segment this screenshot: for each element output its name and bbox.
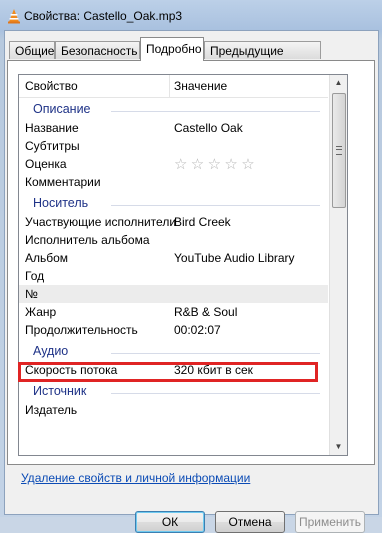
column-header-property[interactable]: Свойство (25, 79, 78, 93)
property-name: Год (25, 269, 45, 283)
apply-button[interactable]: Применить (295, 511, 365, 533)
property-value: Castello Oak (174, 121, 243, 135)
star-icon[interactable]: ☆ (191, 156, 204, 173)
row-contributing-artists[interactable]: Участвующие исполнители Bird Creek (19, 213, 328, 231)
cancel-button[interactable]: Отмена (215, 511, 285, 533)
group-divider (111, 111, 320, 112)
property-value: R&B & Soul (174, 305, 238, 319)
tab-security[interactable]: Безопасность (55, 41, 140, 59)
details-panel: Свойство Значение Описание Название Cast… (7, 60, 375, 465)
property-name: Издатель (25, 403, 78, 417)
row-comments[interactable]: Комментарии (19, 173, 328, 191)
title-bar[interactable]: Свойства: Castello_Oak.mp3 (0, 0, 382, 30)
property-name: Участвующие исполнители (25, 215, 177, 229)
row-year[interactable]: Год (19, 267, 328, 285)
property-name: Жанр (25, 305, 57, 319)
property-name: Продолжительность (25, 323, 138, 337)
group-label: Описание (33, 102, 91, 116)
property-name: Комментарии (25, 175, 101, 189)
star-icon[interactable]: ☆ (208, 156, 221, 173)
column-header: Свойство Значение (19, 75, 328, 98)
vertical-scrollbar[interactable]: ▲ ▼ (329, 75, 347, 455)
row-bitrate[interactable]: Скорость потока 320 кбит в сек (19, 361, 328, 379)
tab-details[interactable]: Подробно (140, 37, 204, 61)
rating-stars[interactable]: ☆ ☆ ☆ ☆ ☆ (174, 155, 255, 173)
row-title[interactable]: Название Castello Oak (19, 119, 328, 137)
window-title: Свойства: Castello_Oak.mp3 (24, 9, 183, 23)
ok-button[interactable]: ОК (135, 511, 205, 533)
group-description: Описание (19, 101, 328, 119)
group-label: Источник (33, 384, 87, 398)
grip-icon (336, 146, 342, 155)
property-rows: Описание Название Castello Oak Субтитры … (19, 101, 328, 419)
group-media: Носитель (19, 195, 328, 213)
property-name: Название (25, 121, 79, 135)
tab-general[interactable]: Общие (9, 41, 55, 59)
row-album-artist[interactable]: Исполнитель альбома (19, 231, 328, 249)
remove-properties-link[interactable]: Удаление свойств и личной информации (21, 471, 250, 485)
vlc-cone-icon (8, 9, 20, 24)
group-divider (111, 353, 320, 354)
group-divider (111, 205, 320, 206)
scroll-up-arrow-icon[interactable]: ▲ (331, 75, 346, 91)
property-name: Исполнитель альбома (25, 233, 150, 247)
row-subtitles[interactable]: Субтитры (19, 137, 328, 155)
row-publisher[interactable]: Издатель (19, 401, 328, 419)
row-track-number[interactable]: № (19, 285, 328, 303)
property-name: Субтитры (25, 139, 80, 153)
property-name: Скорость потока (25, 363, 118, 377)
row-rating[interactable]: Оценка ☆ ☆ ☆ ☆ ☆ (19, 155, 328, 173)
group-label: Аудио (33, 344, 69, 358)
property-name: № (25, 287, 38, 301)
row-length[interactable]: Продолжительность 00:02:07 (19, 321, 328, 339)
properties-list[interactable]: Свойство Значение Описание Название Cast… (18, 74, 348, 456)
star-icon[interactable]: ☆ (174, 156, 187, 173)
scrollbar-thumb[interactable] (332, 93, 346, 208)
group-source: Источник (19, 383, 328, 401)
scroll-down-arrow-icon[interactable]: ▼ (331, 439, 346, 455)
column-header-value[interactable]: Значение (174, 79, 227, 93)
property-value: 320 кбит в сек (174, 363, 253, 377)
group-label: Носитель (33, 196, 89, 210)
property-value: YouTube Audio Library (174, 251, 295, 265)
dialog-client: Общие Безопасность Подробно Предыдущие в… (4, 30, 379, 533)
row-album[interactable]: Альбом YouTube Audio Library (19, 249, 328, 267)
star-icon[interactable]: ☆ (241, 156, 254, 173)
property-name: Оценка (25, 157, 67, 171)
star-icon[interactable]: ☆ (224, 156, 237, 173)
group-audio: Аудио (19, 343, 328, 361)
column-divider[interactable] (169, 75, 170, 97)
property-value: Bird Creek (174, 215, 231, 229)
group-divider (111, 393, 320, 394)
tab-previous-versions[interactable]: Предыдущие версии (204, 41, 321, 76)
property-value: 00:02:07 (174, 323, 221, 337)
properties-window: Свойства: Castello_Oak.mp3 Общие Безопас… (0, 0, 382, 533)
row-genre[interactable]: Жанр R&B & Soul (19, 303, 328, 321)
property-name: Альбом (25, 251, 69, 265)
